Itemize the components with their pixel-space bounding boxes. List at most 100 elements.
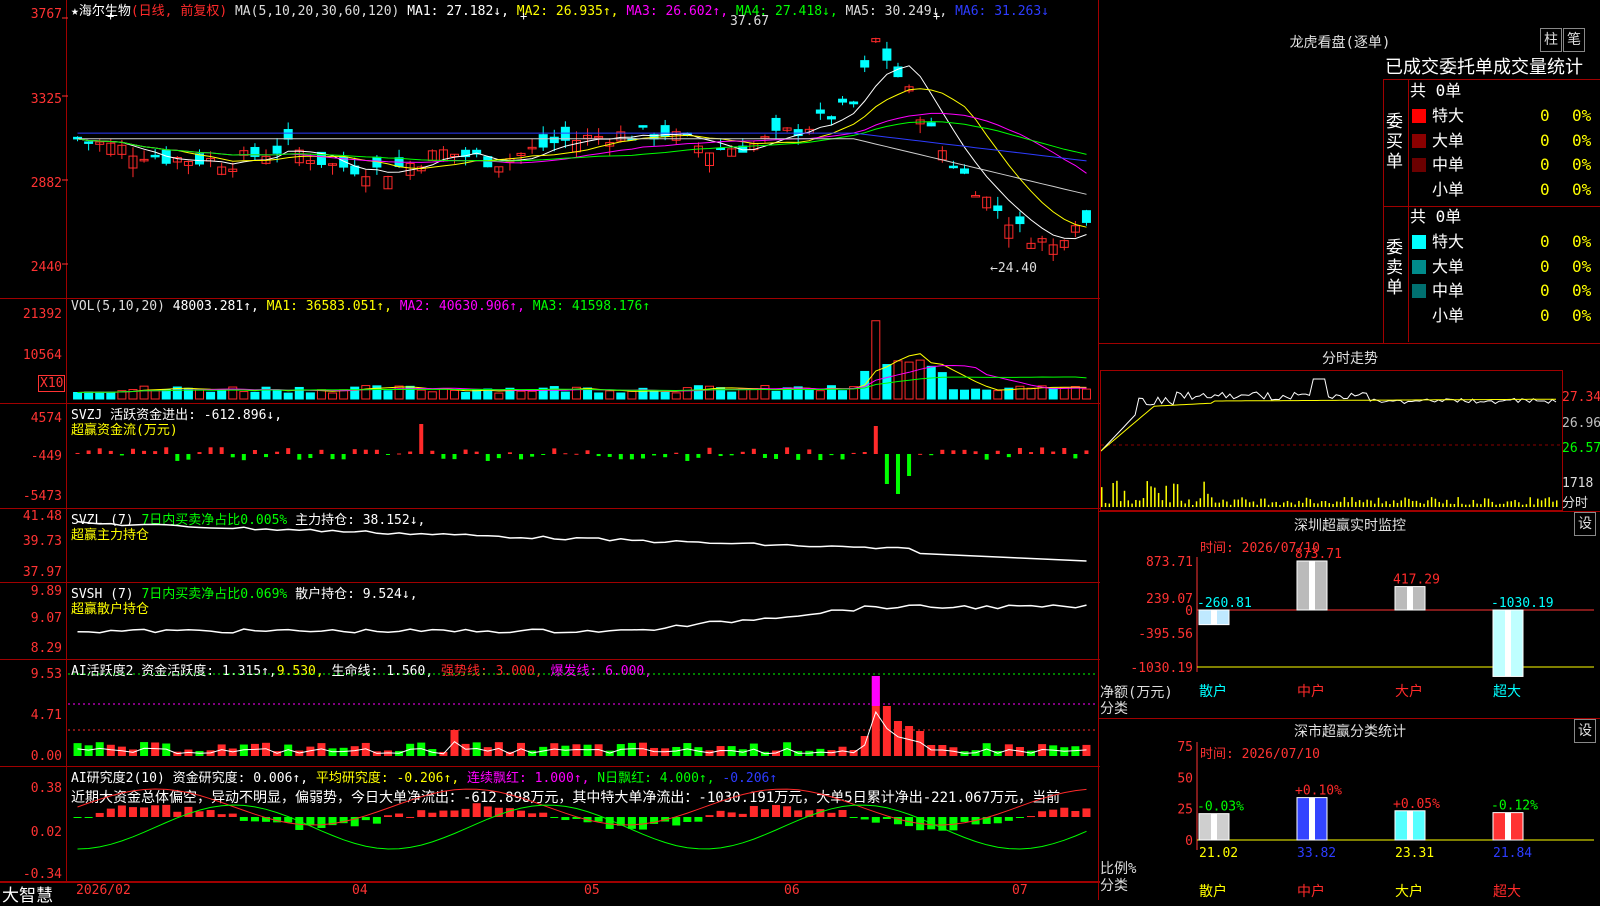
svsh-panel[interactable]: SVSH (7) 7日内买卖净占比0.069% 散户持仓: 9.524↓, 超赢…: [0, 583, 1100, 660]
intraday-vol-bar: [1347, 502, 1349, 507]
intraday-box[interactable]: [1100, 370, 1563, 511]
intraday-vol-bar: [1305, 497, 1308, 507]
flow-bar: [186, 454, 191, 460]
intraday-tick-1: 27.34: [1562, 390, 1600, 405]
research-bar: [694, 817, 703, 822]
intraday-vol-bar: [1389, 504, 1391, 507]
flow-bar: [452, 454, 457, 460]
intraday-vol-bar: [1351, 497, 1353, 507]
flow-bar: [363, 449, 368, 454]
volume-bar: [1059, 386, 1069, 400]
buy-swatch-2: [1412, 158, 1426, 172]
main-position-line: [77, 520, 1087, 562]
flow-bar: [352, 449, 357, 454]
volume-bar: [826, 385, 836, 400]
burst-bar: [871, 676, 880, 706]
intraday-vol-bar: [1381, 503, 1384, 507]
intraday-vol-bar: [1210, 497, 1213, 507]
volume-bar: [106, 391, 116, 400]
intraday-vol-bar: [1203, 481, 1205, 507]
svzj-panel[interactable]: SVZJ 活跃资金进出: -612.896↓, 超赢资金流(万元) 4574 -…: [0, 404, 1100, 509]
volume-panel[interactable]: VOL(5,10,20) 48003.281↑, MA1: 36583.051↑…: [0, 299, 1100, 404]
flow-bar: [219, 447, 224, 454]
bar-mode-button[interactable]: 柱: [1540, 28, 1562, 52]
flow-bar: [1051, 451, 1056, 454]
volume-bar: [671, 392, 681, 400]
volume-bar: [549, 386, 559, 400]
intraday-vol-bar: [1165, 485, 1167, 507]
flow-bar: [740, 451, 745, 454]
intraday-vol-bar: [1245, 499, 1247, 507]
flow-bar: [519, 454, 524, 460]
research-bar: [1038, 811, 1047, 817]
flow-bar: [563, 453, 568, 455]
volume-bar: [217, 389, 227, 400]
intraday-vol-bar: [1404, 497, 1406, 507]
class-delta-label: +0.05%: [1393, 797, 1440, 812]
flow-bar: [153, 451, 158, 454]
research-bar: [505, 808, 514, 817]
svzl-panel[interactable]: SVZL (7) 7日内买卖净占比0.005% 主力持仓: 38.152↓, 超…: [0, 509, 1100, 583]
volume-bar: [206, 391, 216, 400]
volume-bar: [926, 365, 936, 400]
research-bar: [317, 817, 326, 829]
intraday-vol-bar: [1256, 504, 1258, 507]
research-bar: [417, 810, 426, 817]
monitor-category-label: 中户: [1297, 683, 1325, 700]
research-bar: [151, 805, 160, 817]
class-value-label: 33.82: [1297, 846, 1336, 861]
volume-bar: [616, 392, 626, 400]
research-bar: [84, 817, 93, 818]
ratio-bar-chart: 75 50 25 0 -0.03% 21.02 散户 +0.10% 33.82 中户 +0.05% 2…: [1177, 740, 1594, 900]
research-bar: [295, 817, 304, 830]
flow-bar: [918, 453, 923, 455]
research-bar: [517, 810, 526, 817]
flow-bar: [441, 454, 446, 459]
ai-research-panel[interactable]: AI研究度2(10) 资金研究度: 0.006↑, 平均研究度: -0.206↑…: [0, 767, 1100, 882]
research-bar: [1027, 816, 1036, 818]
flow-bar: [142, 450, 147, 454]
intraday-vol-bar: [1434, 498, 1437, 507]
volume-bar: [660, 391, 670, 400]
buy-row-pct-1: 0%: [1572, 130, 1592, 150]
volume-bar: [749, 388, 759, 400]
intraday-vol-bar: [1214, 502, 1217, 507]
intraday-vol-bar: [1487, 498, 1490, 507]
flow-bar: [1084, 450, 1089, 454]
buy-row-name-1: 大单: [1432, 130, 1465, 150]
intraday-vol-bar: [1537, 498, 1539, 507]
buy-row-pct-3: 0%: [1572, 179, 1592, 199]
sell-row-pct-2: 0%: [1572, 281, 1592, 300]
research-bars: [73, 788, 1091, 850]
intraday-vol-bar: [1169, 502, 1171, 507]
flow-bar: [840, 454, 845, 460]
research-bar: [716, 810, 725, 817]
candle-body: [272, 145, 282, 154]
intraday-vol-bar: [1525, 504, 1528, 507]
intraday-vol-bar: [1370, 500, 1372, 507]
x-tick-4: 06: [784, 883, 800, 898]
tick-mode-button[interactable]: 笔: [1563, 28, 1585, 52]
intraday-vol-bar: [1430, 497, 1433, 507]
class-value-label: 21.84: [1493, 846, 1532, 861]
ai-activity-panel[interactable]: AI活跃度2 资金活跃度: 1.315↑,9.530, 生命线: 1.560, …: [0, 660, 1100, 767]
intraday-vol-bar: [1218, 502, 1221, 507]
volume-bar: [971, 388, 981, 400]
fund-flow-bars: [75, 424, 1089, 494]
intraday-vol-bar: [1138, 500, 1141, 507]
candle-body: [638, 125, 648, 128]
research-bar: [128, 807, 137, 817]
intraday-vol-bar: [1514, 499, 1516, 507]
flow-bar: [541, 454, 546, 455]
intraday-vol-bar: [1173, 483, 1175, 507]
candlestick-chart[interactable]: + + +: [0, 0, 1100, 298]
intraday-vol-bar: [1157, 492, 1160, 507]
volume-bar: [793, 386, 803, 400]
flow-bar: [640, 454, 645, 459]
research-bar: [838, 810, 847, 817]
volume-bar: [705, 385, 714, 400]
research-bar: [849, 817, 858, 818]
intraday-vol-bar: [1332, 503, 1334, 507]
price-panel[interactable]: ★海尔生物(日线, 前复权) MA(5,10,20,30,60,120) MA1…: [0, 0, 1100, 299]
activity-bar: [461, 743, 470, 756]
